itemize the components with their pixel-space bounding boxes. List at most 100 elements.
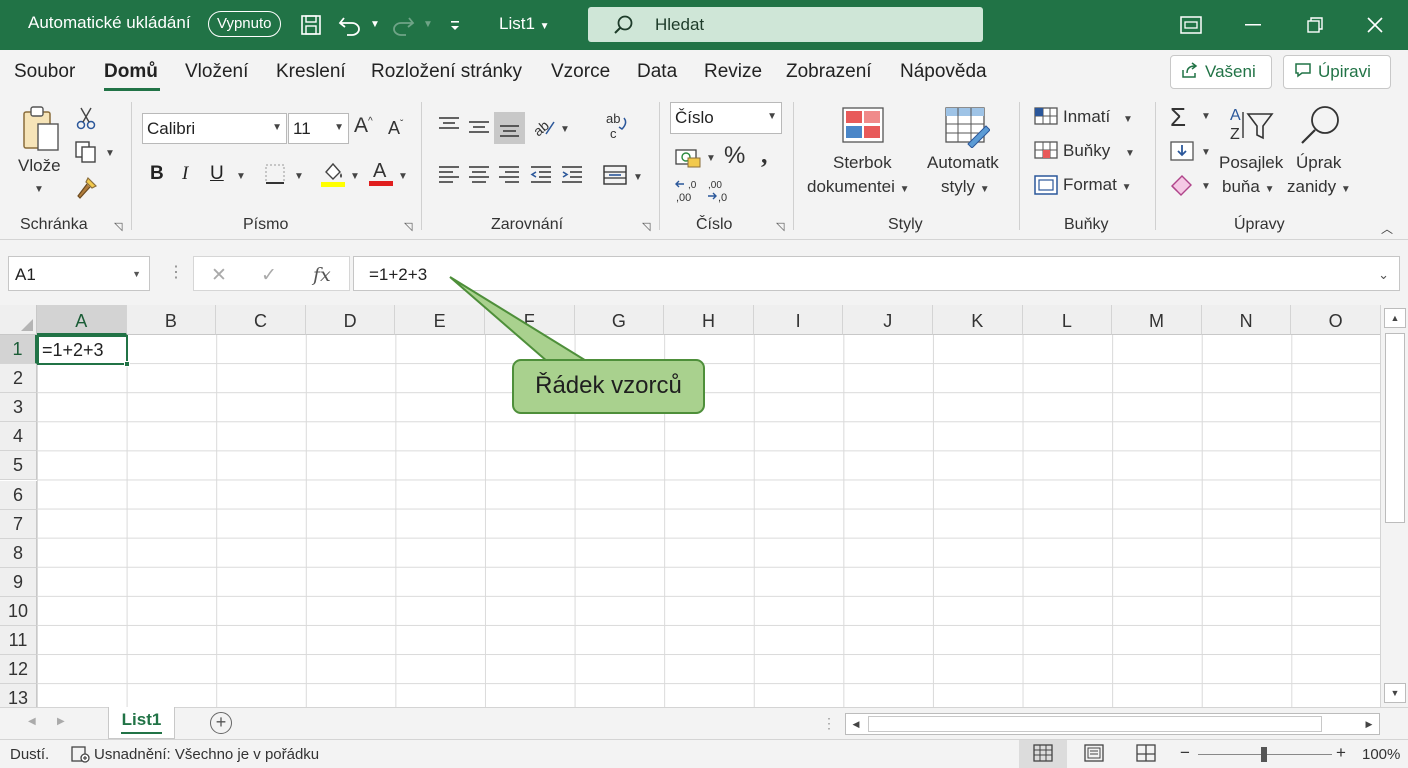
align-bottom-icon[interactable] <box>494 112 525 144</box>
row-header-13[interactable]: 13 <box>0 684 37 707</box>
increase-indent-icon[interactable] <box>560 164 584 191</box>
tab-soubor[interactable]: Soubor <box>14 61 75 83</box>
delete-cells-label[interactable]: Buňky ▼ <box>1063 141 1135 161</box>
column-header-h[interactable]: H <box>664 305 754 335</box>
sort-filter-icon[interactable]: AZ <box>1228 104 1274 149</box>
number-launcher-icon[interactable]: ◹ <box>776 220 784 233</box>
tab-kresleni[interactable]: Kreslení <box>276 61 346 83</box>
scroll-right-icon[interactable]: ▶ <box>1359 714 1379 734</box>
select-all-button[interactable] <box>0 305 37 335</box>
horizontal-scrollbar[interactable]: ◀ ▶ <box>845 713 1380 735</box>
accounting-dropdown-icon[interactable]: ▼ <box>706 153 716 164</box>
format-cells-icon[interactable] <box>1034 174 1058 201</box>
format-painter-icon[interactable] <box>74 176 98 205</box>
conditional-formatting-label-2[interactable]: dokumentei ▼ <box>807 177 910 197</box>
autosum-dropdown-icon[interactable]: ▼ <box>1201 111 1211 122</box>
save-icon[interactable] <box>298 12 324 38</box>
autosave-toggle[interactable]: Vypnuto <box>208 11 281 37</box>
column-header-n[interactable]: N <box>1201 305 1292 335</box>
insert-cells-label[interactable]: Inmatí ▼ <box>1063 107 1133 127</box>
conditional-formatting-label-1[interactable]: Sterbok <box>833 153 892 173</box>
add-sheet-icon[interactable]: + <box>210 712 232 734</box>
next-sheet-icon[interactable]: ▶ <box>57 716 65 727</box>
column-header-j[interactable]: J <box>843 305 933 335</box>
row-header-5[interactable]: 5 <box>0 451 37 481</box>
tab-rozlozeni-stranky[interactable]: Rozložení stránky <box>371 61 522 83</box>
selected-cell-a1[interactable]: =1+2+3 <box>37 335 130 367</box>
fill-color-dropdown-icon[interactable]: ▼ <box>350 171 360 182</box>
decrease-font-size-icon[interactable]: Aˇ <box>388 118 403 139</box>
column-header-a[interactable]: A <box>37 305 127 335</box>
formula-bar-resize-handle[interactable]: ⋮ <box>168 262 184 282</box>
find-select-label-1[interactable]: Úprak <box>1296 153 1341 173</box>
redo-icon[interactable] <box>390 12 416 38</box>
expand-formula-bar-icon[interactable]: ⌄ <box>1378 267 1389 283</box>
delete-cells-icon[interactable] <box>1034 140 1058 165</box>
align-center-icon[interactable] <box>467 164 491 191</box>
fill-handle[interactable] <box>124 361 130 367</box>
underline-button[interactable]: U <box>210 163 224 185</box>
find-select-label-2[interactable]: zanidy ▼ <box>1287 177 1351 197</box>
cut-icon[interactable] <box>76 106 96 135</box>
alignment-launcher-icon[interactable]: ◹ <box>642 220 650 233</box>
row-header-2[interactable]: 2 <box>0 364 37 394</box>
scroll-down-icon[interactable]: ▼ <box>1384 683 1406 703</box>
sort-filter-label-1[interactable]: Posajlek <box>1219 153 1283 173</box>
column-header-c[interactable]: C <box>216 305 306 335</box>
accessibility-status[interactable]: Usnadnění: Všechno je v pořádku <box>94 746 319 763</box>
sort-filter-label-2[interactable]: buňa ▼ <box>1222 177 1274 197</box>
comma-style-icon[interactable]: , <box>761 140 768 170</box>
accounting-format-icon[interactable] <box>674 146 702 173</box>
vertical-scroll-thumb[interactable] <box>1385 333 1405 523</box>
column-header-o[interactable]: O <box>1291 305 1380 335</box>
decrease-indent-icon[interactable] <box>529 164 553 191</box>
copy-icon[interactable] <box>74 140 98 169</box>
zoom-level[interactable]: 100% <box>1362 746 1400 763</box>
borders-dropdown-icon[interactable]: ▼ <box>294 171 304 182</box>
ribbon-display-icon[interactable] <box>1178 12 1204 38</box>
row-header-4[interactable]: 4 <box>0 422 37 452</box>
wrap-text-icon[interactable]: ab c <box>604 111 630 147</box>
column-header-e[interactable]: E <box>395 305 485 335</box>
increase-font-size-icon[interactable]: A^ <box>354 114 373 138</box>
name-box[interactable]: A1 ▼ <box>8 256 150 291</box>
format-as-table-icon[interactable] <box>944 106 991 153</box>
scroll-left-icon[interactable]: ◀ <box>846 714 866 734</box>
align-left-icon[interactable] <box>437 164 461 191</box>
align-middle-icon[interactable] <box>467 118 491 143</box>
page-layout-view-button[interactable] <box>1070 740 1118 768</box>
undo-dropdown-icon[interactable]: ▼ <box>370 19 380 30</box>
zoom-out-button[interactable]: − <box>1180 743 1190 763</box>
column-header-i[interactable]: I <box>753 305 844 335</box>
column-header-d[interactable]: D <box>305 305 396 335</box>
autosum-icon[interactable]: Σ <box>1170 102 1186 133</box>
redo-dropdown-icon[interactable]: ▼ <box>423 19 433 30</box>
zoom-slider-thumb[interactable] <box>1261 747 1267 762</box>
column-header-b[interactable]: B <box>126 305 217 335</box>
undo-icon[interactable] <box>337 12 363 38</box>
borders-icon[interactable] <box>264 163 286 190</box>
vertical-scrollbar[interactable]: ▲ ▼ <box>1380 305 1408 707</box>
increase-decimal-icon[interactable]: ,00,0 <box>674 178 702 209</box>
search-box[interactable]: Hledat <box>588 7 983 42</box>
orientation-icon[interactable]: ab <box>530 114 556 143</box>
font-color-dropdown-icon[interactable]: ▼ <box>398 171 408 182</box>
clear-icon[interactable] <box>1170 174 1194 201</box>
fill-color-icon[interactable] <box>320 160 346 193</box>
font-name-select[interactable]: Calibri ▼ <box>142 113 287 144</box>
accessibility-icon[interactable] <box>70 744 90 768</box>
align-right-icon[interactable] <box>497 164 521 191</box>
clipboard-launcher-icon[interactable]: ◹ <box>114 220 122 233</box>
column-header-g[interactable]: G <box>574 305 665 335</box>
tab-split-handle[interactable]: ⋮ <box>822 715 836 732</box>
previous-sheet-icon[interactable]: ◀ <box>28 716 36 727</box>
underline-dropdown-icon[interactable]: ▼ <box>236 171 246 182</box>
fill-icon[interactable] <box>1170 140 1194 167</box>
cell-area[interactable] <box>37 335 1380 707</box>
align-top-icon[interactable] <box>437 116 461 141</box>
format-cells-label[interactable]: Format ▼ <box>1063 175 1131 195</box>
percent-icon[interactable]: % <box>724 142 745 170</box>
row-header-6[interactable]: 6 <box>0 480 37 510</box>
minimize-icon[interactable] <box>1240 12 1266 38</box>
copy-dropdown-icon[interactable]: ▼ <box>105 148 115 159</box>
